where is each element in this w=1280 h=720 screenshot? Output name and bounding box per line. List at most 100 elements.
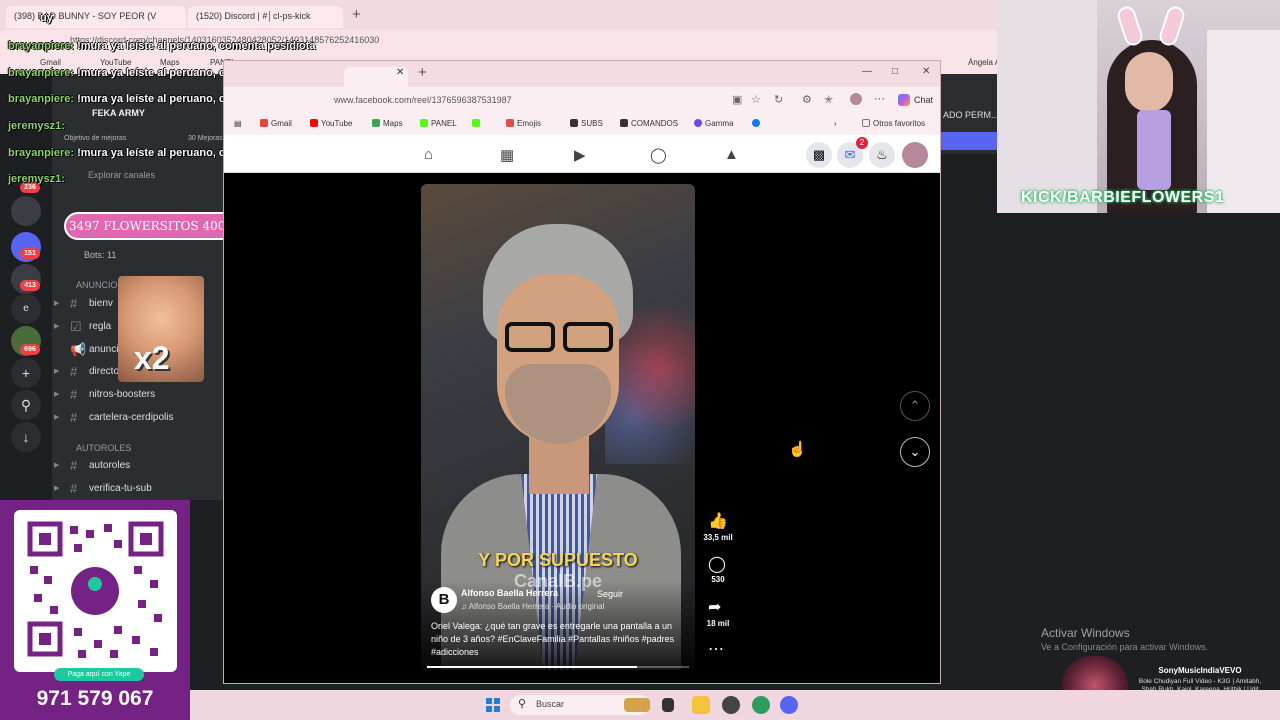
bookmark-label: PANEL [431, 119, 457, 128]
previous-reel-button[interactable]: ⌃ [900, 391, 930, 421]
yape-pay-button[interactable]: Paga aquí con Yape [54, 668, 144, 681]
video-icon[interactable]: ▶ [574, 146, 586, 164]
maps-icon [372, 119, 380, 127]
extensions-icon[interactable]: ⚙ [802, 93, 812, 106]
bookmark[interactable]: Gmail [40, 58, 61, 67]
channel-name: autoroles [89, 460, 131, 471]
reels-icon[interactable]: ▦ [500, 146, 514, 164]
close-tab-icon[interactable]: ✕ [396, 67, 404, 78]
more-menu-icon[interactable]: ⋯ [874, 92, 885, 105]
notifications-bell-icon[interactable]: ♨ [869, 142, 895, 168]
browser-tab[interactable]: (398) BAD BUNNY - SOY PEOR (V [6, 6, 186, 28]
more-options-icon[interactable]: ⋯ [708, 639, 724, 659]
bookmark[interactable] [472, 119, 483, 128]
bookmark[interactable]: Emojis [506, 119, 541, 128]
follow-button[interactable]: Seguir [597, 589, 623, 599]
yape-panel: Paga aquí con Yape 971 579 067 [0, 500, 190, 720]
app-icon[interactable] [722, 696, 740, 714]
more-bookmarks-chevron-icon[interactable]: › [834, 119, 837, 128]
install-app-icon[interactable]: ▣ [732, 93, 742, 106]
minimize-icon[interactable]: — [862, 66, 872, 77]
profile-avatar[interactable] [902, 142, 928, 168]
front-tabbar: ✕ + — □ ✕ [224, 61, 940, 87]
explore-channels[interactable]: Explorar canales [88, 170, 155, 180]
subs-icon [570, 119, 578, 127]
bookmark[interactable]: COMANDOS [620, 119, 678, 128]
chat-username: jeremysz1: [8, 120, 65, 132]
chat-button[interactable]: Chat [914, 95, 933, 105]
hash-icon: # [70, 458, 78, 473]
facebook-icon [752, 119, 760, 127]
refresh-icon[interactable]: ↻ [774, 93, 783, 106]
bookmark[interactable]: Maps [160, 58, 180, 67]
bookmark[interactable]: YouTube [100, 58, 131, 67]
explore-icon[interactable]: ⚲ [11, 390, 41, 420]
folder-icon [862, 119, 870, 127]
reel-video[interactable]: Y POR SUPUESTO CanalB.pe B Alfonso Baell… [421, 184, 695, 670]
add-server-icon[interactable]: + [11, 358, 41, 388]
bookmark[interactable]: YouTube [310, 119, 352, 128]
widget-icon[interactable] [624, 698, 650, 712]
new-tab-icon[interactable]: + [352, 6, 361, 23]
channel-item[interactable]: ▶ # verifica-tu-sub [54, 479, 224, 499]
video-subject-glasses [501, 322, 617, 352]
next-reel-button[interactable]: ⌄ [900, 437, 930, 467]
bookmark[interactable]: SUBS [570, 119, 603, 128]
kick-icon [472, 119, 480, 127]
category-autoroles[interactable]: AUTOROLES [76, 443, 131, 453]
comment-icon[interactable]: ◯ [708, 554, 726, 574]
download-icon[interactable]: ↓ [11, 422, 41, 452]
bookmark[interactable]: Gmail [260, 119, 292, 128]
menu-grid-icon[interactable]: ▩ [806, 142, 832, 168]
maximize-icon[interactable]: □ [892, 66, 898, 77]
megaphone-icon: 📢 [70, 342, 87, 357]
browser-icon[interactable] [752, 696, 770, 714]
channel-item[interactable]: ▶ # autoroles [54, 456, 224, 476]
channel-item[interactable]: ▶ # cartelera-cerdipolis [54, 408, 224, 428]
author-logo-icon[interactable]: B [431, 587, 457, 613]
author-name[interactable]: Alfonso Baella Herrera [461, 588, 558, 598]
category-announcements[interactable]: ANUNCIOS [76, 280, 124, 290]
copilot-icon[interactable] [898, 94, 910, 106]
profile-avatar[interactable] [850, 93, 862, 105]
home-icon[interactable]: ⌂ [424, 146, 433, 163]
bookmark[interactable]: Gamma [694, 119, 733, 128]
server-name[interactable]: FEKA ARMY [92, 108, 145, 118]
side-highlight [941, 132, 998, 150]
boost-goal: Objetivo de mejoras [64, 135, 127, 142]
channel-item[interactable]: ▶ # nitros-boosters [54, 385, 224, 405]
mention-badge: 413 [20, 280, 40, 291]
gaming-icon[interactable]: ▲ [724, 146, 739, 163]
server-icon[interactable]: e [11, 294, 41, 324]
browser-tab[interactable]: (1520) Discord | #│cl-ps-kick [188, 6, 343, 28]
task-view-icon[interactable] [662, 698, 674, 712]
share-icon[interactable]: ➦ [708, 597, 721, 617]
yape-phone-number: 971 579 067 [36, 687, 154, 710]
channel-name: regla [89, 321, 112, 332]
favorites-icon[interactable]: ✭ [824, 93, 833, 106]
bookmark[interactable]: PANEL [420, 119, 457, 128]
front-url-bar[interactable]: www.facebook.com/reel/1376596387531987 ▣… [224, 87, 940, 113]
streamer-face [1125, 52, 1173, 112]
video-progress-bar[interactable] [427, 666, 689, 668]
star-icon[interactable]: ☆ [751, 93, 761, 106]
bookmark[interactable]: Maps [372, 119, 403, 128]
server-icon[interactable] [11, 196, 41, 226]
close-window-icon[interactable]: ✕ [922, 66, 930, 77]
windows-start-icon[interactable] [486, 698, 500, 712]
like-icon[interactable]: 👍 [708, 511, 728, 531]
bookmark[interactable] [752, 119, 763, 128]
file-explorer-icon[interactable] [692, 696, 710, 714]
channel-name: bienv [89, 298, 113, 309]
channel-name: nitros-boosters [89, 389, 156, 400]
audio-source[interactable]: ♫ Alfonso Baella Herrera · Audio origina… [461, 602, 604, 611]
discord-icon[interactable] [780, 696, 798, 714]
groups-icon[interactable]: ◯ [650, 146, 667, 164]
music-channel: SonyMusicIndiaVEVO [1158, 666, 1242, 675]
new-tab-icon[interactable]: + [418, 64, 427, 81]
comment-count: 530 [711, 575, 725, 584]
bookmark[interactable]: Otros favoritos [862, 119, 925, 128]
hash-icon: # [70, 481, 78, 496]
emote-multiplier: x2 [134, 340, 170, 376]
tab-actions-icon[interactable]: ▤ [234, 119, 242, 128]
